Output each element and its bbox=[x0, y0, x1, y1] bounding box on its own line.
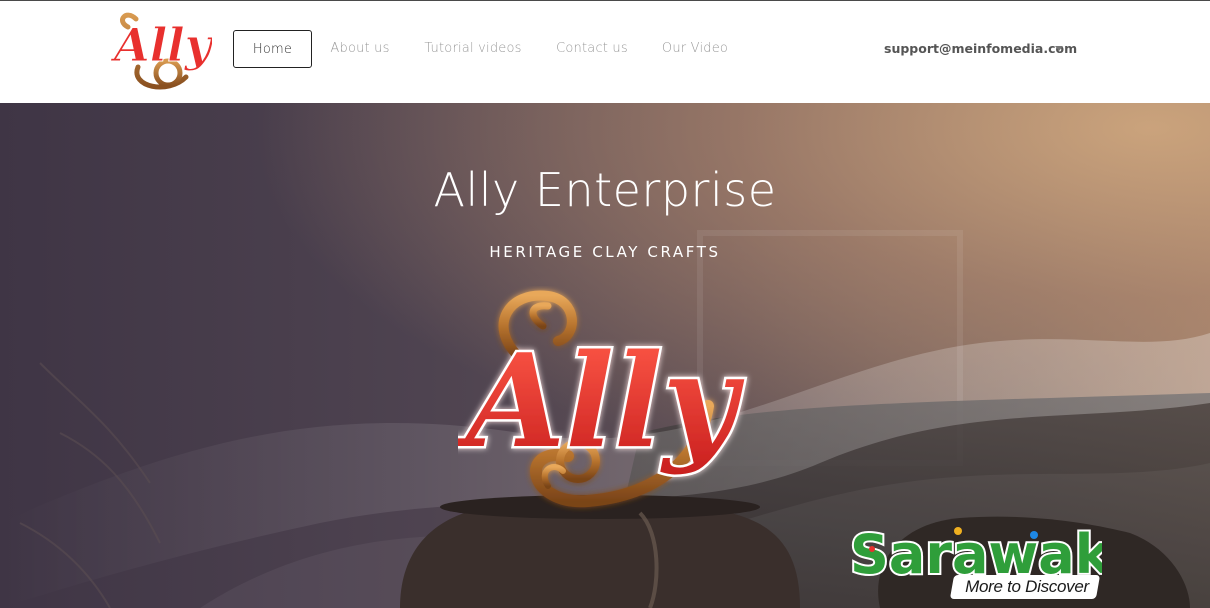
hero-section: Ally Enterprise HERITAGE CLAY CRAFTS All… bbox=[0, 103, 1210, 608]
svg-text:Ally: Ally bbox=[458, 327, 745, 477]
svg-text:Ally: Ally bbox=[110, 18, 212, 72]
hero-subtitle: HERITAGE CLAY CRAFTS bbox=[489, 243, 721, 261]
email-dropdown-toggle[interactable]: support@meinfomedia.com bbox=[884, 30, 1077, 68]
brand-logo[interactable]: Ally bbox=[108, 7, 212, 93]
navbar: Ally Home About us Tutorial videos Conta… bbox=[0, 1, 1210, 103]
sarawak-tagline: More to Discover bbox=[965, 577, 1089, 596]
caret-down-icon[interactable] bbox=[1055, 46, 1063, 51]
hero-ally-logo: Ally bbox=[458, 290, 747, 508]
nav-about-us[interactable]: About us bbox=[322, 30, 398, 68]
nav-contact-us[interactable]: Contact us bbox=[548, 30, 636, 68]
nav-home[interactable]: Home bbox=[233, 30, 312, 68]
nav-tutorial-videos[interactable]: Tutorial videos bbox=[418, 30, 528, 68]
nav-our-video[interactable]: Our Video bbox=[656, 30, 734, 68]
hero-title: Ally Enterprise bbox=[433, 163, 777, 217]
